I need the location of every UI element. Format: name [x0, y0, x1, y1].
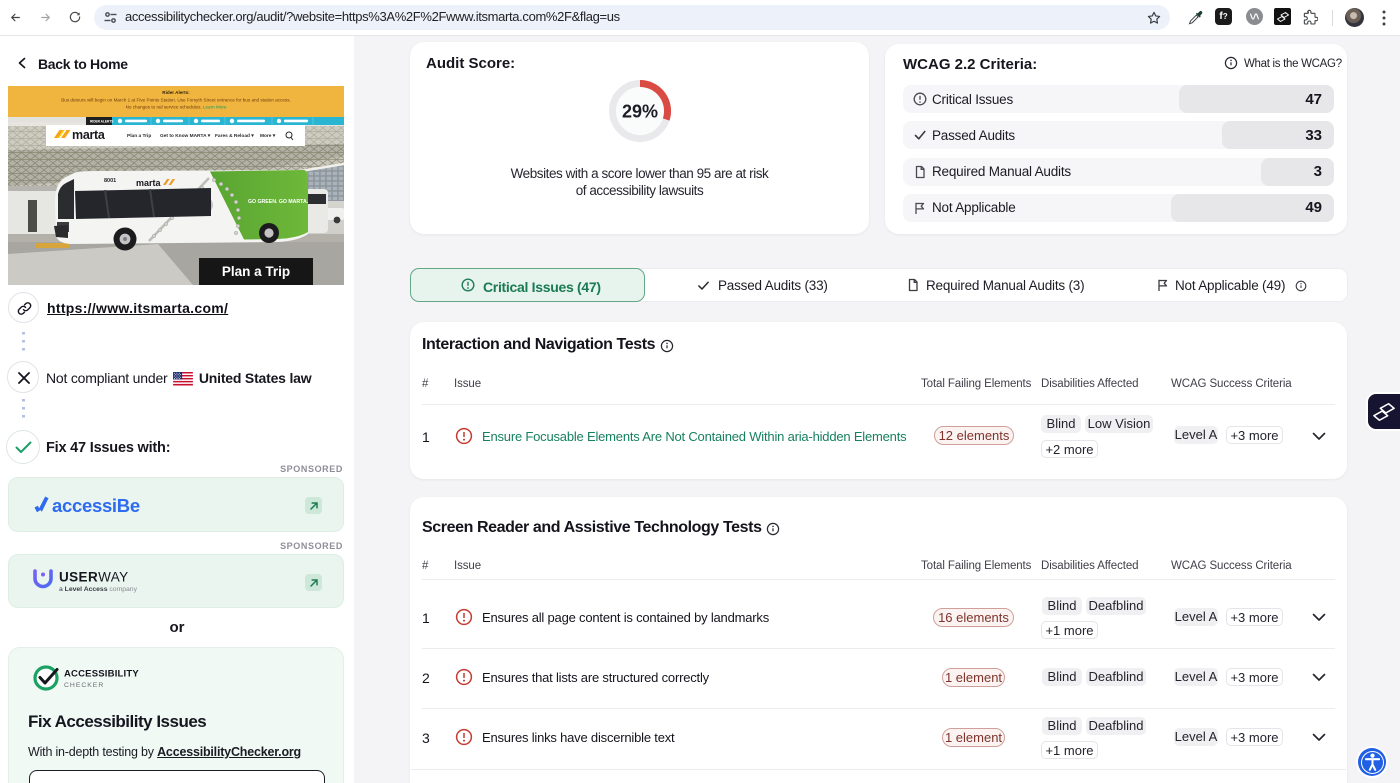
svg-text:Rider Alerts:: Rider Alerts:: [162, 90, 190, 95]
svg-text:Plan a Trip: Plan a Trip: [127, 133, 151, 139]
svg-text:No changes to rail service sch: No changes to rail service schedules. Le…: [126, 105, 227, 110]
svg-text:USERWAY: USERWAY: [59, 570, 129, 585]
svg-text:Fares & Reload ▾: Fares & Reload ▾: [215, 133, 254, 139]
svg-text:GO GREEN. GO MARTA.: GO GREEN. GO MARTA.: [248, 199, 309, 205]
svg-text:accessiBe: accessiBe: [52, 495, 140, 516]
svg-text:a Level Access company: a Level Access company: [59, 586, 138, 593]
svg-text:ACCESSIBILITY: ACCESSIBILITY: [64, 669, 139, 680]
svg-text:Plan a Trip: Plan a Trip: [222, 264, 290, 279]
svg-text:marta: marta: [72, 128, 106, 142]
svg-text:marta: marta: [136, 178, 162, 188]
svg-text:Bus detours will begin on Marc: Bus detours will begin on March 1 at Fiv…: [61, 98, 291, 103]
svg-text:CHECKER: CHECKER: [64, 682, 104, 689]
svg-text:8001: 8001: [104, 178, 116, 184]
svg-text:29%: 29%: [622, 102, 658, 122]
svg-text:Get to Know MARTA ▾: Get to Know MARTA ▾: [160, 133, 211, 139]
svg-text:More ▾: More ▾: [260, 133, 276, 139]
svg-text:RIDER ALERTS: RIDER ALERTS: [90, 120, 113, 124]
